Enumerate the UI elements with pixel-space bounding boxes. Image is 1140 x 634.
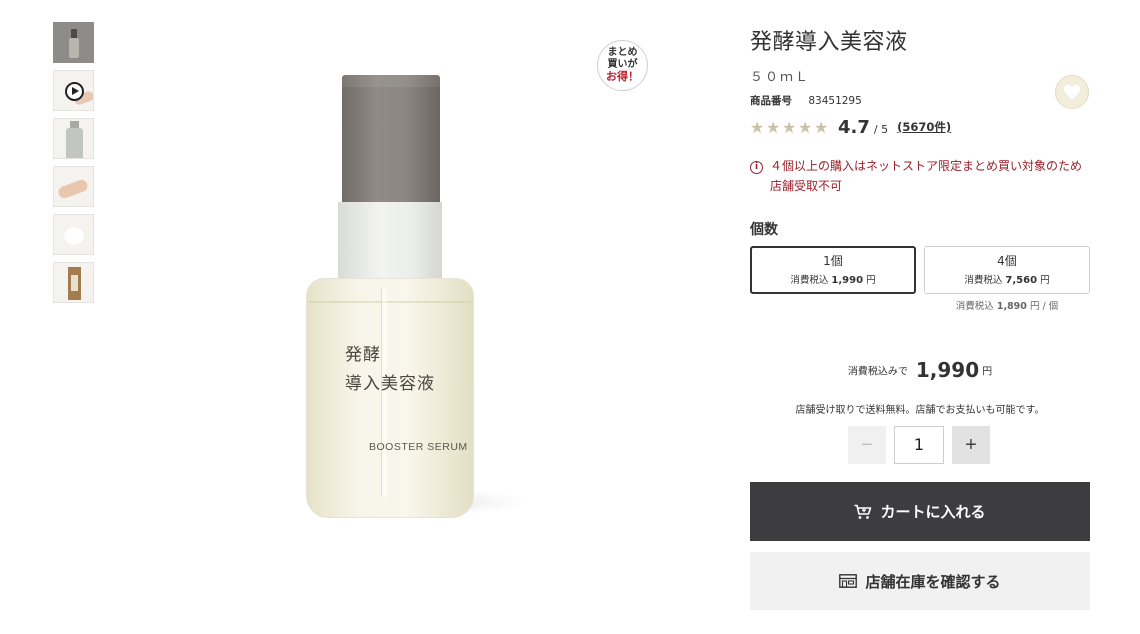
rating-max: / 5: [873, 123, 889, 136]
thumbnail-arm-apply[interactable]: [53, 166, 94, 207]
alert-circle-icon: i: [750, 161, 763, 174]
product-code: 商品番号 83451295: [750, 93, 862, 108]
star-icon: ★: [798, 117, 813, 137]
per-unit-price: 消費税込 1,890 円 / 個: [955, 301, 1059, 312]
bulk-buy-badge: まとめ 買いが お得！: [597, 40, 648, 91]
increment-button[interactable]: +: [952, 426, 990, 464]
product-code-label: 商品番号: [750, 95, 792, 107]
product-code-value: 83451295: [808, 95, 862, 107]
quantity-option-1[interactable]: 1個 消費税込 1,990 円: [750, 246, 916, 294]
package-image: [68, 267, 81, 300]
quantity-label: 個数: [750, 222, 778, 238]
star-icon: ★: [750, 117, 765, 137]
total-price: 消費税込みで 1,990 円: [847, 358, 993, 382]
check-store-stock-button[interactable]: 店舗在庫を確認する: [750, 552, 1090, 610]
star-icon: ★: [766, 117, 781, 137]
quantity-stepper: − 1 +: [848, 426, 990, 464]
texture-image: [62, 225, 86, 247]
product-title: 発酵導入美容液: [750, 30, 908, 55]
add-to-cart-label: カートに入れる: [880, 503, 986, 521]
rating-value: 4.7: [838, 116, 870, 138]
thumbnail-texture[interactable]: [53, 214, 94, 255]
bottle-image: [69, 29, 79, 58]
add-to-cart-button[interactable]: カートに入れる: [750, 482, 1090, 541]
total-amount: 1,990: [915, 358, 980, 382]
bulk-purchase-notice: i ４個以上の購入はネットストア限定まとめ買い対象のため 店舗受取不可: [750, 157, 1095, 196]
rating-stars: ★ ★ ★ ★ ★: [750, 117, 829, 137]
thumbnail-bottle-front[interactable]: [53, 22, 94, 63]
store-icon: [839, 574, 858, 588]
bottle-body: 発酵 導入美容液 BOOSTER SERUM: [306, 278, 474, 518]
play-icon: [65, 82, 84, 101]
bottle-label-en: BOOSTER SERUM: [369, 441, 468, 453]
decrement-button[interactable]: −: [848, 426, 886, 464]
product-volume: ５０ｍＬ: [750, 70, 811, 85]
star-icon: ★: [814, 117, 829, 137]
quantity-input[interactable]: 1: [894, 426, 944, 464]
check-store-stock-label: 店舗在庫を確認する: [865, 572, 1001, 591]
quantity-option-4[interactable]: 4個 消費税込 7,560 円: [924, 246, 1090, 294]
cart-icon: [854, 504, 872, 519]
thumbnail-list: [53, 22, 94, 310]
thumbnail-video[interactable]: [53, 70, 94, 111]
pickup-note: 店舗受け取りで送料無料。店舗でお支払いも可能です。: [795, 405, 1045, 416]
bottle-cap: [342, 75, 440, 202]
pump-image: [65, 121, 84, 158]
favorite-button[interactable]: [1055, 75, 1089, 109]
thumbnail-pump[interactable]: [53, 118, 94, 159]
thumbnail-package[interactable]: [53, 262, 94, 303]
review-count-link[interactable]: (5670件): [897, 119, 951, 135]
arm-image: [56, 178, 90, 200]
bottle-label-jp: 発酵 導入美容液: [345, 345, 435, 394]
rating-summary: ★ ★ ★ ★ ★ 4.7 / 5 (5670件): [750, 116, 951, 138]
star-icon: ★: [782, 117, 797, 137]
heart-icon: [1064, 84, 1080, 100]
product-main-image: 発酵 導入美容液 BOOSTER SERUM: [260, 60, 560, 540]
bottle-collar: [338, 202, 442, 278]
